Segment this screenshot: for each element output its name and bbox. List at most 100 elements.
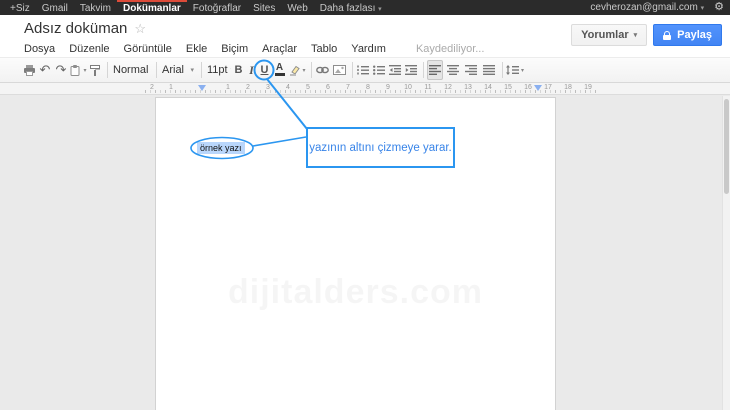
comments-button[interactable]: Yorumlar ▾ (571, 24, 647, 46)
undo-button[interactable]: ↶ (38, 60, 52, 80)
align-left-button[interactable] (427, 60, 443, 80)
line-spacing-icon (506, 65, 519, 75)
ruler-number: 1 (226, 84, 230, 91)
insert-image-button[interactable] (332, 60, 347, 80)
bulleted-list-button[interactable] (372, 60, 386, 80)
numbered-list-icon (357, 65, 369, 75)
justify-button[interactable] (481, 60, 497, 80)
paint-format-button[interactable] (89, 60, 102, 80)
saving-status: Kaydediliyor... (416, 43, 484, 55)
nav-calendar[interactable]: Takvim (74, 0, 117, 15)
vertical-scrollbar[interactable] (722, 96, 730, 410)
paragraph-styles-dropdown[interactable]: Normal m...▾ (111, 60, 151, 80)
toolbar-separator (352, 62, 353, 78)
ruler-number: 10 (404, 84, 412, 91)
ruler-number: 4 (286, 84, 290, 91)
document-header: Adsız doküman ☆ Dosya Düzenle Görüntüle … (0, 15, 730, 57)
menu-tools[interactable]: Araçlar (262, 43, 297, 55)
ruler-number: 11 (424, 84, 431, 91)
editing-toolbar: ↶ ↷ ▾ Normal m...▾ Arial▾ 11pt▾ B I U A … (0, 57, 730, 83)
color-swatch (275, 73, 285, 76)
ruler-number: 17 (544, 84, 552, 91)
chevron-down-icon: ▾ (302, 67, 305, 74)
menu-edit[interactable]: Düzenle (69, 43, 109, 55)
toolbar-separator (423, 62, 424, 78)
gear-icon[interactable]: ⚙ (714, 2, 724, 13)
chevron-down-icon: ▾ (83, 67, 86, 74)
menubar: Dosya Düzenle Görüntüle Ekle Biçim Araçl… (24, 43, 484, 55)
menu-file[interactable]: Dosya (24, 43, 55, 55)
ruler-number: 16 (524, 84, 532, 91)
chevron-down-icon: ▾ (378, 6, 382, 13)
text-color-button[interactable]: A (272, 60, 287, 80)
menu-insert[interactable]: Ekle (186, 43, 207, 55)
bulleted-list-icon (373, 65, 385, 75)
nav-more-menu[interactable]: Daha fazlası ▾ (314, 0, 388, 15)
highlight-color-button[interactable]: ▾ (289, 60, 306, 80)
scrollbar-thumb[interactable] (724, 99, 729, 194)
increase-indent-button[interactable] (404, 60, 418, 80)
nav-documents-active[interactable]: Dokümanlar (117, 0, 187, 15)
redo-button[interactable]: ↷ (54, 60, 68, 80)
nav-photos[interactable]: Fotoğraflar (187, 0, 247, 15)
ruler-number: 8 (366, 84, 370, 91)
document-title[interactable]: Adsız doküman (24, 20, 127, 37)
star-icon[interactable]: ☆ (134, 21, 146, 37)
right-margin-marker[interactable] (534, 85, 542, 91)
share-button[interactable]: Paylaş (653, 24, 722, 46)
ruler-number: 18 (564, 84, 572, 91)
align-center-button[interactable] (445, 60, 461, 80)
nav-gmail[interactable]: Gmail (36, 0, 74, 15)
ruler-number: 9 (386, 84, 390, 91)
nav-plus-you[interactable]: +Siz (4, 0, 36, 15)
nav-sites[interactable]: Sites (247, 0, 281, 15)
justify-icon (483, 65, 495, 75)
tutorial-note-text: yazının altını çizmeye yarar. (309, 142, 452, 154)
line-spacing-button[interactable]: ▾ (506, 60, 524, 80)
decrease-indent-button[interactable] (388, 60, 402, 80)
web-clipboard-button[interactable]: ▾ (70, 60, 87, 80)
insert-link-button[interactable] (315, 60, 330, 80)
left-margin-marker[interactable] (198, 85, 206, 91)
ruler-number: 13 (464, 84, 472, 91)
underline-button[interactable]: U (259, 60, 270, 80)
clipboard-icon (70, 65, 81, 76)
ruler-number: 6 (326, 84, 330, 91)
chevron-down-icon: ▾ (634, 31, 638, 39)
paint-roller-icon (90, 65, 101, 76)
tutorial-note-box: yazının altını çizmeye yarar. (306, 127, 455, 168)
menu-help[interactable]: Yardım (351, 43, 386, 55)
bold-button[interactable]: B (233, 60, 244, 80)
font-size-dropdown[interactable]: 11pt▾ (205, 60, 231, 80)
font-family-dropdown[interactable]: Arial▾ (160, 60, 196, 80)
chevron-down-icon: ▾ (190, 66, 194, 74)
horizontal-ruler: 2112345678910111213141516171819 (0, 83, 730, 95)
toolbar-separator (156, 62, 157, 78)
redo-icon: ↷ (56, 62, 67, 78)
align-right-icon (465, 65, 477, 75)
menu-view[interactable]: Görüntüle (124, 43, 172, 55)
outdent-icon (389, 65, 401, 75)
account-email-menu[interactable]: cevherozan@gmail.com ▾ (590, 2, 704, 13)
menu-table[interactable]: Tablo (311, 43, 337, 55)
ruler-number: 14 (484, 84, 492, 91)
italic-button[interactable]: I (246, 60, 257, 80)
align-right-button[interactable] (463, 60, 479, 80)
toolbar-separator (311, 62, 312, 78)
link-icon (316, 66, 329, 74)
nav-web[interactable]: Web (281, 0, 313, 15)
print-button[interactable] (22, 60, 36, 80)
ruler-number: 1 (169, 84, 173, 91)
numbered-list-button[interactable] (356, 60, 370, 80)
selected-sample-text[interactable]: örnek yazı (197, 142, 245, 154)
ruler-number: 19 (584, 84, 592, 91)
align-left-icon (429, 65, 441, 75)
highlighter-icon (289, 65, 300, 76)
ruler-number: 7 (346, 84, 350, 91)
ruler-number: 3 (266, 84, 270, 91)
chevron-down-icon: ▾ (701, 5, 705, 12)
toolbar-separator (201, 62, 202, 78)
ruler-number: 12 (444, 84, 452, 91)
menu-format[interactable]: Biçim (221, 43, 248, 55)
ruler-number: 2 (246, 84, 250, 91)
